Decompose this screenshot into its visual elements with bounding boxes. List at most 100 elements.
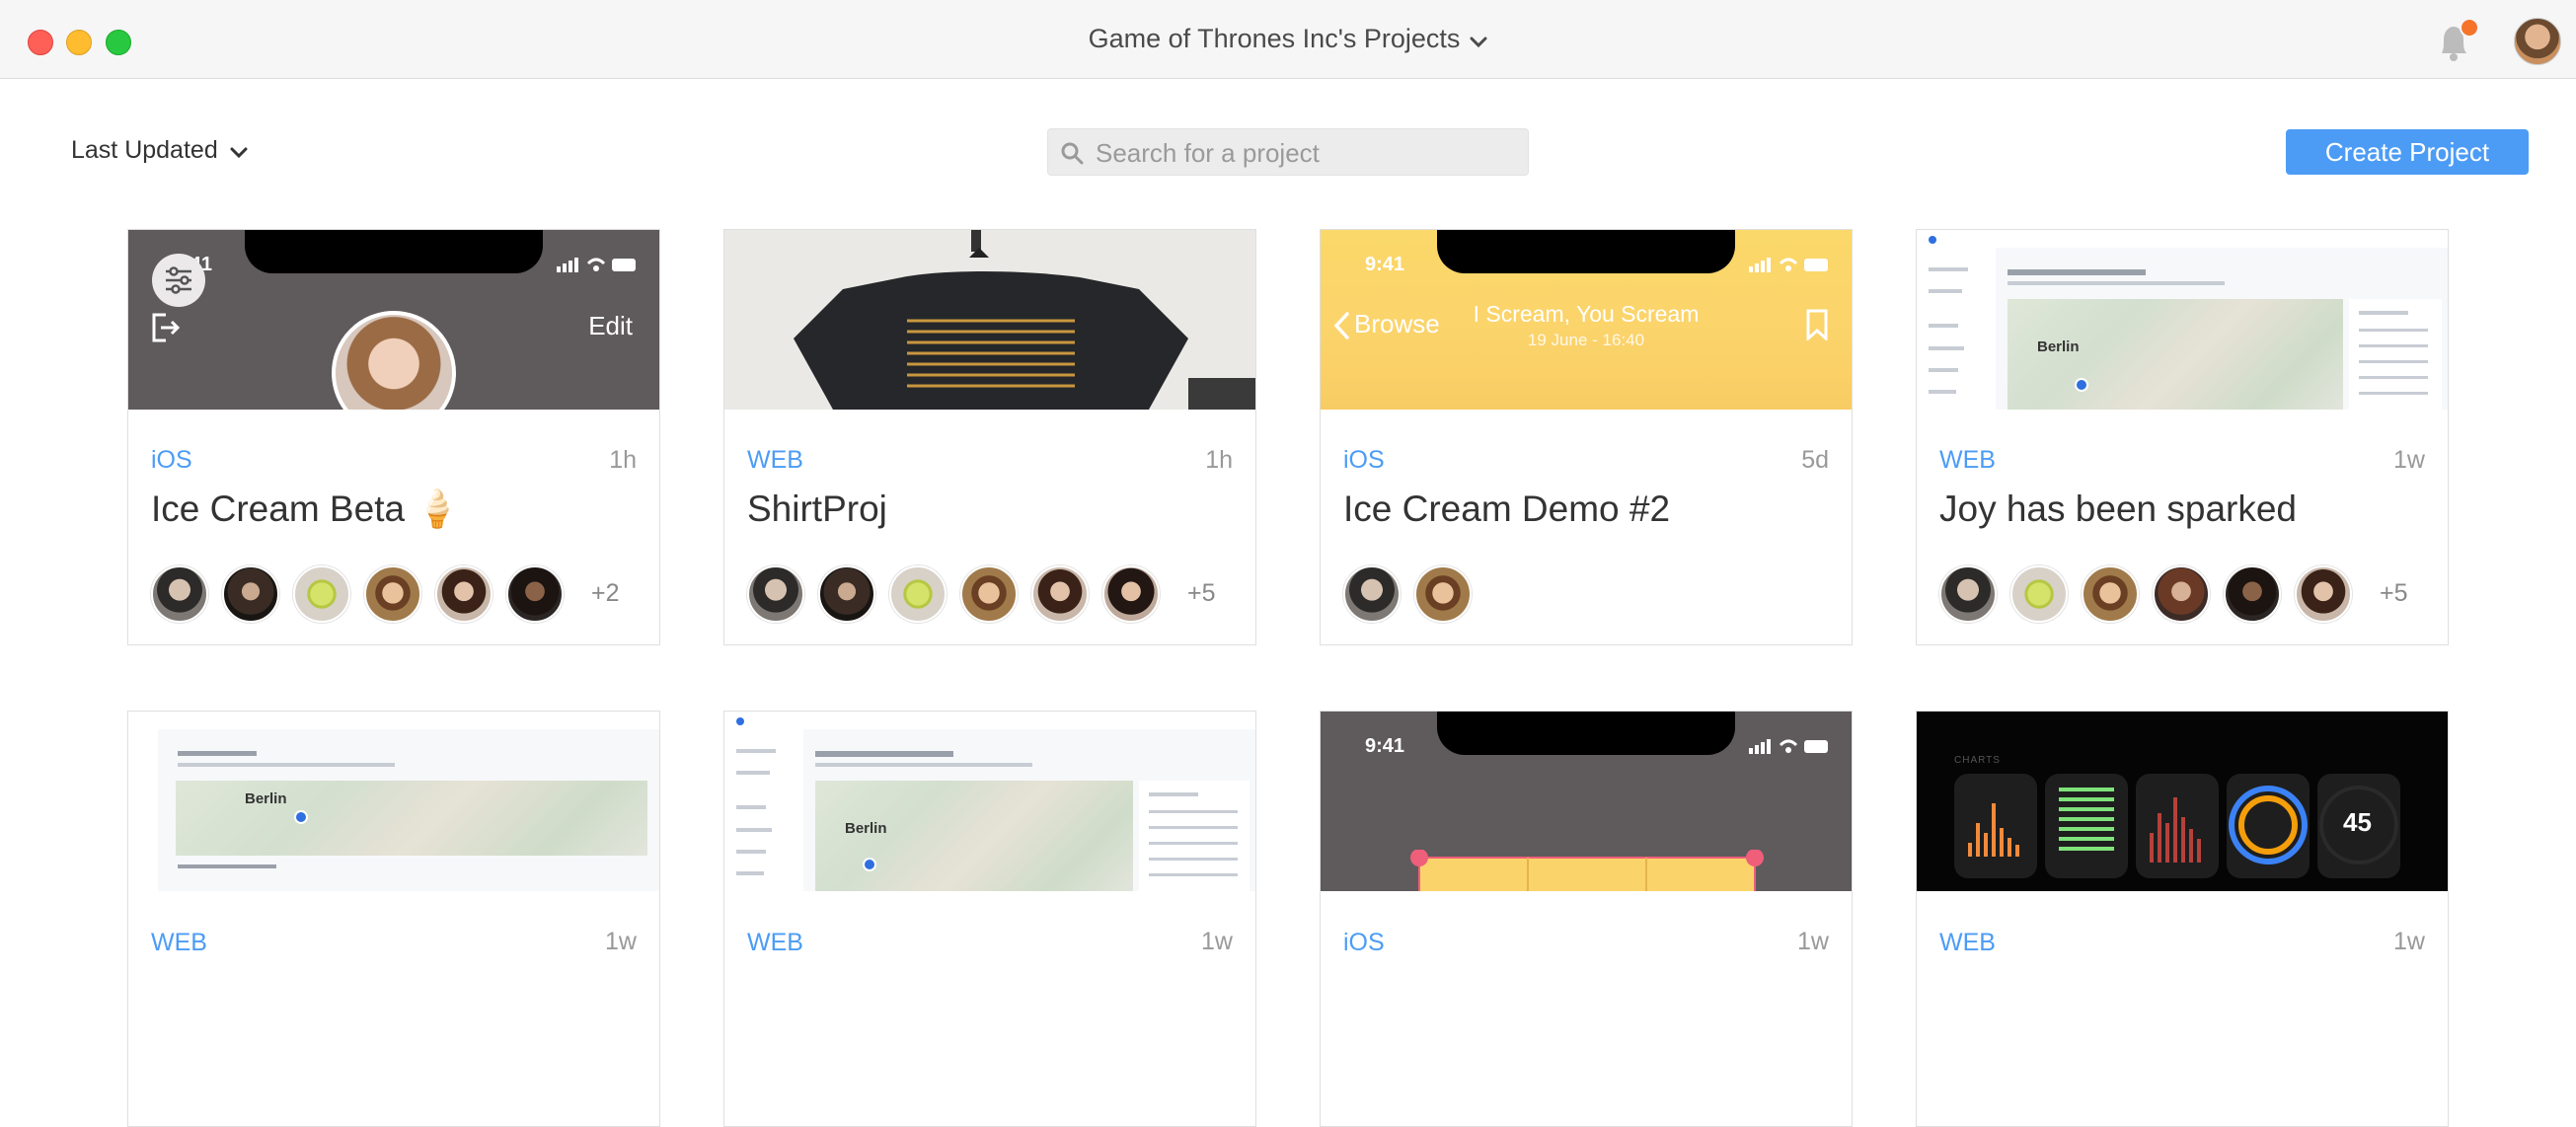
project-card[interactable]: 9:41 Browse I Scream, You Scream 19 June… bbox=[1320, 229, 1853, 645]
project-card[interactable]: 9:41 iOS 1w bbox=[1320, 711, 1853, 1127]
stat-value: 45 bbox=[2343, 807, 2372, 837]
phone-notch bbox=[1437, 230, 1735, 273]
map-city-label: Berlin bbox=[845, 820, 887, 837]
more-collaborators: +5 bbox=[2380, 579, 2408, 607]
status-icons bbox=[1749, 737, 1828, 760]
avatar bbox=[1414, 565, 1472, 623]
project-name: Joy has been sparked bbox=[1939, 488, 2298, 529]
map-city-label: Berlin bbox=[245, 790, 287, 807]
phone-notch bbox=[1437, 712, 1735, 755]
platform-label: WEB bbox=[747, 929, 803, 956]
updated-time: 1w bbox=[605, 928, 637, 955]
project-thumbnail: 9:41 Edit bbox=[128, 230, 659, 410]
ring-icon bbox=[2238, 795, 2298, 855]
sort-dropdown[interactable]: Last Updated bbox=[71, 136, 248, 166]
project-thumbnail: Berlin bbox=[1917, 230, 2448, 410]
updated-time: 1w bbox=[1797, 928, 1829, 955]
more-collaborators: +5 bbox=[1187, 579, 1216, 607]
chart-tile bbox=[1954, 774, 2037, 878]
status-icons bbox=[1749, 256, 1828, 278]
avatar bbox=[2295, 565, 2352, 623]
search-icon bbox=[1061, 142, 1084, 165]
platform-label: WEB bbox=[1939, 446, 1996, 474]
edit-label: Edit bbox=[588, 311, 633, 340]
status-icons bbox=[557, 256, 636, 278]
avatar bbox=[747, 565, 804, 623]
chevron-down-icon bbox=[1470, 25, 1487, 55]
phone-notch bbox=[245, 230, 543, 273]
avatar bbox=[1102, 565, 1160, 623]
avatar bbox=[889, 565, 947, 623]
sort-label: Last Updated bbox=[71, 136, 218, 164]
search-input[interactable] bbox=[1094, 129, 1522, 177]
workspace-title: Game of Thrones Inc's Projects bbox=[1088, 24, 1461, 53]
workspace-switcher[interactable]: Game of Thrones Inc's Projects bbox=[0, 24, 2576, 55]
project-card[interactable]: CHARTS 45 WEB 1w bbox=[1916, 711, 2449, 1127]
avatar bbox=[960, 565, 1018, 623]
title-bar: Game of Thrones Inc's Projects bbox=[0, 0, 2576, 79]
updated-time: 1h bbox=[609, 446, 637, 474]
user-avatar[interactable] bbox=[2514, 18, 2561, 65]
avatar bbox=[151, 565, 208, 623]
updated-time: 1w bbox=[2393, 928, 2425, 955]
avatar bbox=[506, 565, 564, 623]
project-card[interactable]: WEB 1h ShirtProj +5 bbox=[723, 229, 1256, 645]
status-time: 9:41 bbox=[1365, 735, 1405, 757]
project-thumbnail: Berlin bbox=[724, 712, 1255, 891]
avatar bbox=[1031, 565, 1089, 623]
location-pin-icon bbox=[294, 810, 308, 824]
project-card[interactable]: Berlin WEB 1w bbox=[723, 711, 1256, 1127]
map-city-label: Berlin bbox=[2037, 338, 2080, 355]
project-thumbnail: Berlin bbox=[128, 712, 659, 891]
platform-label: iOS bbox=[151, 446, 192, 474]
avatar bbox=[2082, 565, 2139, 623]
project-thumbnail: 9:41 Browse I Scream, You Scream 19 June… bbox=[1321, 230, 1852, 410]
status-time: 9:41 bbox=[1365, 254, 1405, 275]
avatar bbox=[1343, 565, 1401, 623]
project-card[interactable]: 9:41 Edit iOS 1h Ice Cream Beta 🍦 +2 bbox=[127, 229, 660, 645]
logout-icon bbox=[148, 311, 182, 349]
map-view: Berlin bbox=[815, 781, 1133, 891]
project-name: Ice Cream Beta 🍦 bbox=[151, 488, 461, 529]
avatar bbox=[222, 565, 279, 623]
thumb-title: I Scream, You Scream bbox=[1473, 301, 1700, 327]
activity-rings-tile bbox=[2227, 774, 2310, 878]
create-project-button[interactable]: Create Project bbox=[2286, 129, 2529, 175]
project-name: ShirtProj bbox=[747, 488, 887, 529]
bookmark-icon bbox=[1806, 309, 1828, 345]
project-card[interactable]: Berlin WEB 1w Joy has been sparked +5 bbox=[1916, 229, 2449, 645]
platform-label: iOS bbox=[1343, 929, 1385, 956]
map-view: Berlin bbox=[176, 781, 647, 856]
location-pin-icon bbox=[2075, 378, 2088, 392]
avatar bbox=[2224, 565, 2281, 623]
avatar bbox=[293, 565, 350, 623]
notification-badge bbox=[2460, 18, 2479, 38]
filter-icon bbox=[152, 254, 205, 307]
stat-tile: 45 bbox=[2317, 774, 2400, 878]
more-collaborators: +2 bbox=[591, 579, 620, 607]
avatar bbox=[818, 565, 875, 623]
location-pin-icon bbox=[863, 858, 876, 871]
project-search bbox=[1047, 128, 1529, 177]
tshirt-photo bbox=[724, 230, 1255, 410]
selection-frame bbox=[1410, 850, 1764, 891]
profile-photo bbox=[332, 311, 456, 410]
avatar bbox=[1939, 565, 1997, 623]
chart-tile bbox=[2136, 774, 2219, 878]
project-thumbnail bbox=[724, 230, 1255, 410]
platform-label: WEB bbox=[1939, 929, 1996, 956]
updated-time: 1w bbox=[2393, 446, 2425, 474]
updated-time: 1h bbox=[1205, 446, 1233, 474]
updated-time: 1w bbox=[1201, 928, 1233, 955]
platform-label: WEB bbox=[747, 446, 803, 474]
project-thumbnail: CHARTS 45 bbox=[1917, 712, 2448, 891]
project-card[interactable]: Berlin WEB 1w bbox=[127, 711, 660, 1127]
updated-time: 5d bbox=[1801, 446, 1829, 474]
avatar bbox=[2010, 565, 2068, 623]
thumb-subtitle: 19 June - 16:40 bbox=[1527, 331, 1645, 349]
project-name: Ice Cream Demo #2 bbox=[1343, 488, 1671, 529]
avatar bbox=[2153, 565, 2210, 623]
platform-label: WEB bbox=[151, 929, 207, 956]
charts-label: CHARTS bbox=[1954, 755, 2001, 766]
avatar bbox=[364, 565, 421, 623]
